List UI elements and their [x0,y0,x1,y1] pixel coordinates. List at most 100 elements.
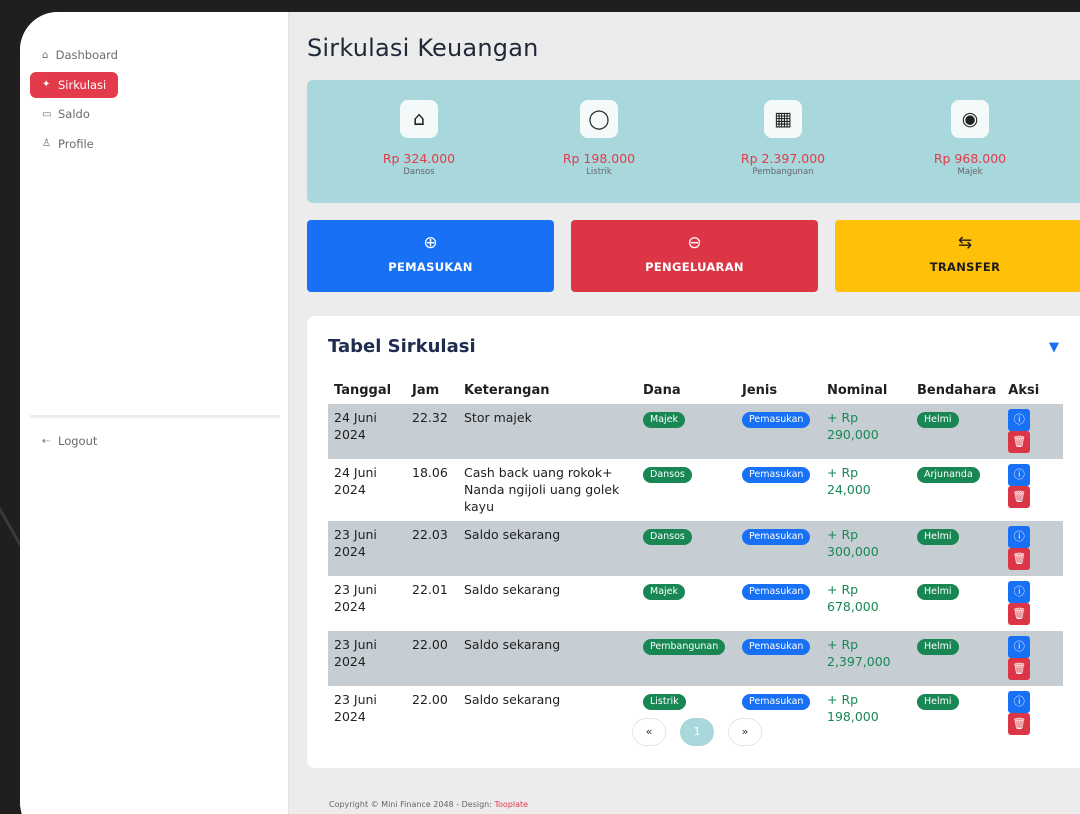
sidebar-item-profile[interactable]: ♙ Profile [30,131,118,157]
dana-badge: Majek [643,584,686,600]
sidebar-item-saldo[interactable]: ▭ Saldo [30,101,118,127]
delete-button[interactable]: 🗑 [1008,431,1031,453]
pengeluaran-button[interactable]: ⊖ PENGELUARAN [571,220,818,292]
cell-nominal: + Rp 198,000 [827,692,879,724]
cell-keterangan: Stor majek [458,404,637,459]
delete-button[interactable]: 🗑 [1008,603,1031,625]
logout-button[interactable]: ⇠ Logout [30,428,118,454]
main-content: Sirkulasi Keuangan ⌂ Rp 324.000 Dansos ◯… [307,12,1080,814]
dana-badge: Majek [643,412,686,428]
dana-badge: Dansos [643,467,692,483]
prev-page-button[interactable]: « [632,718,666,746]
cell-dana: Dansos [637,459,736,521]
page-title: Sirkulasi Keuangan [307,34,539,62]
jenis-badge: Pemasukan [742,529,811,545]
cell-bendahara: Arjunanda [911,459,1002,521]
cell-dana: Majek [637,404,736,459]
pemasukan-button[interactable]: ⊕ PEMASUKAN [307,220,554,292]
info-button[interactable]: ⓘ [1008,636,1031,658]
stat-pembangunan: ▦ Rp 2.397.000 Pembangunan [713,100,853,177]
cell-jenis: Pemasukan [736,631,821,686]
cell-bendahara: Helmi [911,521,1003,576]
filter-icon[interactable]: ▼ [1049,340,1059,355]
jenis-badge: Pemasukan [742,467,811,483]
minus-circle-icon: ⊖ [687,233,702,253]
cell-jenis: Pemasukan [736,521,821,576]
sidebar: ⌂ Dashboard ✦ Sirkulasi ▭ Saldo ♙ Profil… [20,12,289,814]
target-icon: ◉ [951,100,989,138]
cell-nominal: + Rp 300,000 [821,521,911,576]
page-1-button[interactable]: 1 [680,718,714,746]
table-row: 24 Juni 2024 18.06 Cash back uang rokok+ N… [328,459,1063,521]
jenis-badge: Pemasukan [742,584,811,600]
cell-keterangan: Saldo sekarang [464,582,561,597]
fund-summary-panel: ⌂ Rp 324.000 Dansos ◯ Rp 198.000 Listrik… [307,80,1080,203]
cell-jenis: Pemasukan [736,459,821,521]
cell-aksi: ⓘ🗑 [1002,576,1063,631]
sidebar-divider [30,415,280,418]
cell-tanggal: 23 Juni 2024 [334,692,377,724]
cell-jam: 22.00 [412,692,448,707]
action-label: PEMASUKAN [388,260,473,274]
bendahara-badge: Helmi [917,529,959,545]
stat-value: Rp 2.397.000 [740,151,826,166]
delete-button[interactable]: 🗑 [1008,658,1031,680]
stat-label: Dansos [403,167,435,177]
bendahara-badge: Helmi [917,694,959,710]
cell-bendahara: Helmi [911,404,1003,459]
delete-button[interactable]: 🗑 [1008,713,1031,735]
stat-listrik: ◯ Rp 198.000 Listrik [529,100,669,177]
delete-button[interactable]: 🗑 [1008,548,1031,570]
user-icon: ♙ [42,138,51,149]
cell-keterangan: Cash back uang rokok+ Nanda ngijoli uang… [464,465,620,514]
transfer-button[interactable]: ⇆ TRANSFER [835,220,1080,292]
stat-majek: ◉ Rp 968.000 Majek [900,100,1040,177]
cell-bendahara: Helmi [911,576,1002,631]
sidebar-item-label: Profile [58,136,94,151]
info-button[interactable]: ⓘ [1008,526,1031,548]
cell-jam: 22.32 [406,404,458,459]
sidebar-item-sirkulasi[interactable]: ✦ Sirkulasi [30,71,118,98]
table-row: 24 Juni 2024 22.32 Stor majek Majek Pemasuka… [328,404,1063,459]
table-header-row: Tanggal Jam Keterangan Dana Jenis Nomina… [328,376,1063,404]
info-button[interactable]: ⓘ [1008,409,1031,431]
cell-jam: 22.01 [412,582,448,597]
cell-nominal: + Rp 290,000 [821,404,911,459]
cell-jam: 22.03 [406,521,458,576]
column-header: Nominal [827,382,888,398]
cell-tanggal: 24 Juni 2024 [328,404,406,459]
column-header: Aksi [1008,382,1040,398]
jenis-badge: Pemasukan [742,412,811,428]
action-label: PENGELUARAN [645,260,744,274]
app-window: ⌂ Dashboard ✦ Sirkulasi ▭ Saldo ♙ Profil… [20,12,1080,814]
info-button[interactable]: ⓘ [1008,464,1031,486]
wallet-icon: ▭ [42,108,52,120]
info-button[interactable]: ⓘ [1008,691,1031,713]
cell-bendahara: Helmi [911,686,1002,741]
cell-jam: 18.06 [412,465,448,480]
cell-dana: Dansos [637,521,736,576]
sidebar-item-label: Dashboard [55,48,118,62]
cell-nominal: + Rp 2,397,000 [821,631,911,686]
column-header: Keterangan [464,382,550,398]
bendahara-badge: Arjunanda [917,467,980,483]
cell-jenis: Pemasukan [736,576,821,631]
table-title: Tabel Sirkulasi [328,336,476,357]
cell-tanggal: 24 Juni 2024 [334,465,377,497]
next-page-button[interactable]: » [728,718,762,746]
jenis-badge: Pemasukan [742,694,811,710]
info-button[interactable]: ⓘ [1008,581,1031,603]
dana-badge: Listrik [643,694,686,710]
footer-brand-link[interactable]: Tooplate [494,800,528,809]
stat-label: Listrik [586,167,612,177]
stat-value: Rp 198.000 [562,151,636,166]
delete-button[interactable]: 🗑 [1008,486,1031,508]
sidebar-item-label: Saldo [58,107,90,121]
table-row: 23 Juni 2024 22.03 Saldo sekarang Dansos Pem… [328,521,1063,576]
bendahara-badge: Helmi [917,412,959,428]
column-header: Tanggal [334,382,392,398]
stat-value: Rp 324.000 [382,151,456,166]
cell-keterangan: Saldo sekarang [464,692,561,707]
sidebar-item-dashboard[interactable]: ⌂ Dashboard [30,42,118,68]
footer-text: Copyright © Mini Finance 2048 - Design: [329,800,495,809]
